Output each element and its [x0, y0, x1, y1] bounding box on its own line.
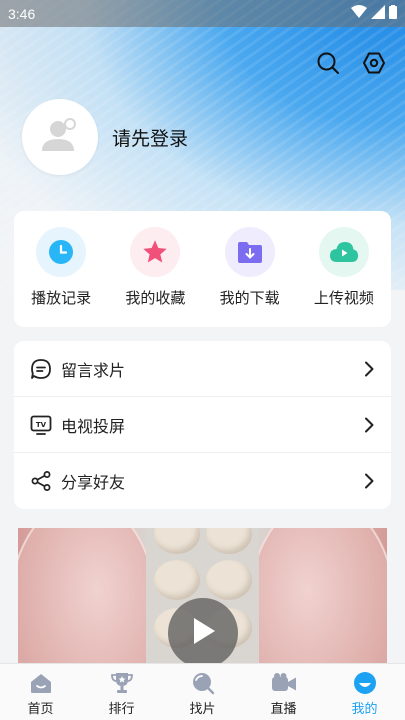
home-icon	[28, 670, 54, 696]
trophy-icon	[109, 670, 135, 696]
signal-icon	[371, 4, 385, 23]
tv-icon: TV	[29, 413, 53, 437]
video-thumbnail-right	[247, 528, 387, 668]
clock-icon	[36, 227, 87, 277]
search-button[interactable]	[315, 52, 341, 78]
tab-live[interactable]: 直播	[243, 664, 324, 720]
user-avatar-icon	[40, 115, 80, 159]
header-actions	[315, 52, 387, 78]
play-icon	[188, 615, 218, 651]
battery-icon	[389, 4, 397, 23]
camera-icon	[271, 670, 297, 696]
cloud-upload-icon	[318, 227, 369, 277]
avatar[interactable]	[22, 99, 98, 175]
login-profile[interactable]: 请先登录	[22, 99, 188, 175]
share-icon	[29, 469, 53, 493]
quick-action-label: 播放记录	[31, 289, 92, 307]
wifi-icon	[351, 4, 367, 23]
menu-item-label: 分享好友	[61, 473, 126, 492]
menu-item-share[interactable]: 分享好友	[14, 453, 391, 509]
chevron-right-icon	[361, 417, 377, 433]
status-time: 3:46	[8, 5, 36, 22]
tab-label: 首页	[27, 702, 54, 717]
menu-item-label: 电视投屏	[61, 416, 126, 436]
quick-action-label: 上传视频	[313, 289, 374, 307]
settings-button[interactable]	[361, 52, 387, 78]
quick-action-favorites[interactable]: 我的收藏	[110, 227, 200, 327]
tab-ranking[interactable]: 排行	[81, 664, 162, 720]
bottom-tab-bar: 首页 排行 找片 直播 我的	[0, 663, 405, 720]
tab-label: 直播	[270, 702, 297, 717]
gear-icon	[362, 51, 386, 79]
profile-icon	[352, 670, 378, 696]
login-prompt[interactable]: 请先登录	[112, 124, 188, 151]
search-icon	[316, 51, 340, 79]
video-thumbnail-left	[18, 528, 158, 668]
quick-action-history[interactable]: 播放记录	[16, 227, 106, 327]
download-folder-icon	[224, 227, 275, 277]
tab-label: 我的	[351, 702, 378, 717]
search-globe-icon	[190, 670, 216, 696]
tab-mine[interactable]: 我的	[324, 664, 405, 720]
video-banner[interactable]	[18, 528, 387, 668]
tab-discover[interactable]: 找片	[162, 664, 243, 720]
chevron-right-icon	[361, 473, 377, 489]
quick-action-upload[interactable]: 上传视频	[299, 227, 389, 327]
quick-action-label: 我的下载	[219, 289, 280, 307]
menu-card: 留言求片 TV 电视投屏 分享好友	[14, 341, 391, 509]
menu-item-request[interactable]: 留言求片	[14, 341, 391, 397]
play-button[interactable]	[168, 598, 238, 668]
tab-label: 找片	[189, 702, 216, 717]
tab-home[interactable]: 首页	[0, 664, 81, 720]
tab-label: 排行	[108, 702, 135, 717]
chevron-right-icon	[361, 361, 377, 377]
menu-item-cast[interactable]: TV 电视投屏	[14, 397, 391, 453]
star-icon	[130, 227, 181, 277]
status-bar: 3:46	[0, 0, 405, 27]
svg-text:TV: TV	[36, 421, 47, 429]
quick-action-label: 我的收藏	[125, 289, 186, 307]
quick-actions-card: 播放记录 我的收藏 我的下载 上传视频	[14, 211, 391, 327]
message-icon	[29, 357, 53, 381]
menu-item-label: 留言求片	[61, 360, 126, 380]
quick-action-downloads[interactable]: 我的下载	[205, 227, 295, 327]
